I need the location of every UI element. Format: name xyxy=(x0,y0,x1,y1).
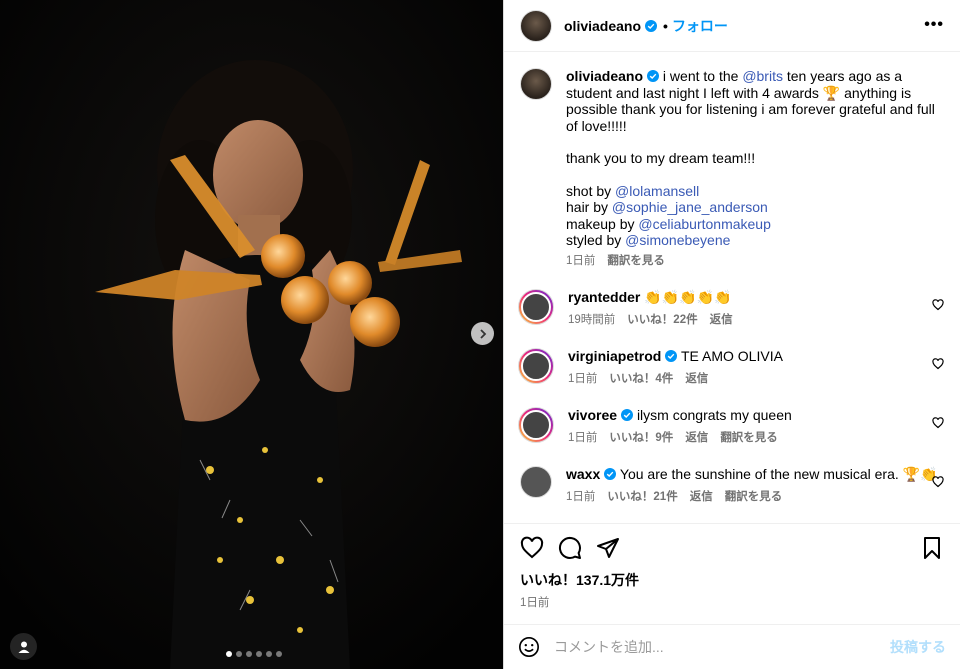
caption-username[interactable]: oliviadeano xyxy=(566,68,643,84)
translate-link[interactable]: 翻訳を見る xyxy=(720,430,778,447)
comment-username[interactable]: virginiapetrod xyxy=(568,348,661,364)
save-bookmark-icon[interactable] xyxy=(920,536,944,560)
comment-text: You are the sunshine of the new musical … xyxy=(619,466,938,482)
comment-text: TE AMO OLIVIA xyxy=(681,348,783,364)
comment-text: 👏👏👏👏👏 xyxy=(644,289,732,305)
post-actions: いいね！137.1万件 1日前 xyxy=(504,523,960,624)
comment-username[interactable]: vivoree xyxy=(568,407,617,423)
avatar-story-ring[interactable] xyxy=(518,407,554,443)
tagged-users-button[interactable] xyxy=(10,633,37,660)
carousel-next-button[interactable] xyxy=(471,322,494,345)
comment-icon[interactable] xyxy=(558,536,582,560)
verified-badge-icon xyxy=(645,19,658,32)
verified-badge-icon xyxy=(621,409,634,421)
header-username[interactable]: oliviadeano xyxy=(564,18,641,34)
comment-username[interactable]: ryantedder xyxy=(568,289,640,305)
comment-like-heart-icon[interactable] xyxy=(932,358,944,370)
reply-button[interactable]: 返信 xyxy=(685,371,708,388)
comment-time[interactable]: 1日前 xyxy=(568,371,597,388)
avatar[interactable] xyxy=(520,9,552,42)
comment-likes[interactable]: いいね！4件 xyxy=(609,371,673,388)
post-side-panel: oliviadeano • フォロー ••• oliviadeano i wen… xyxy=(503,0,960,669)
mention-link[interactable]: @brits xyxy=(742,68,783,84)
reply-button[interactable]: 返信 xyxy=(685,430,708,447)
comment-likes[interactable]: いいね！22件 xyxy=(627,312,697,329)
comment-input[interactable] xyxy=(554,639,890,655)
translate-link[interactable]: 翻訳を見る xyxy=(607,253,665,270)
mention-link[interactable]: @celiaburtonmakeup xyxy=(638,216,771,232)
carousel-indicator xyxy=(226,651,282,657)
avatar-story-ring[interactable] xyxy=(518,289,554,325)
verified-badge-icon xyxy=(647,70,660,82)
post-media[interactable] xyxy=(0,0,503,669)
post-timestamp[interactable]: 1日前 xyxy=(520,594,944,610)
carousel-dot xyxy=(276,651,282,657)
comment-like-heart-icon[interactable] xyxy=(932,299,944,311)
header-user-info: oliviadeano • フォロー xyxy=(564,16,728,36)
caption-time[interactable]: 1日前 xyxy=(566,253,595,270)
comment-time[interactable]: 1日前 xyxy=(566,489,595,506)
caption-text: i went to the xyxy=(662,68,743,84)
instagram-post-modal: oliviadeano • フォロー ••• oliviadeano i wen… xyxy=(0,0,960,669)
avatar[interactable] xyxy=(520,68,552,100)
user-icon xyxy=(18,641,29,653)
reply-button[interactable]: 返信 xyxy=(690,489,713,506)
post-header: oliviadeano • フォロー ••• xyxy=(504,0,960,52)
post-comment-button[interactable]: 投稿する xyxy=(890,637,946,657)
comment-row: vivoree ilysm congrats my queen 1日前 いいね！9件… xyxy=(518,407,944,447)
follow-button[interactable]: フォロー xyxy=(672,16,728,36)
reply-button[interactable]: 返信 xyxy=(710,312,733,329)
likes-count[interactable]: いいね！137.1万件 xyxy=(520,570,944,590)
credit-label: makeup by xyxy=(566,215,639,232)
comment-row: virginiapetrod TE AMO OLIVIA 1日前 いいね！4件 返信 xyxy=(518,348,944,388)
chevron-right-icon xyxy=(479,328,486,339)
translate-link[interactable]: 翻訳を見る xyxy=(725,489,783,506)
separator-dot: • xyxy=(663,17,668,34)
caption: oliviadeano i went to the @brits ten yea… xyxy=(520,68,944,269)
comments-list[interactable]: oliviadeano i went to the @brits ten yea… xyxy=(504,52,960,523)
comment-time[interactable]: 1日前 xyxy=(568,430,597,447)
carousel-dot xyxy=(266,651,272,657)
comment-like-heart-icon[interactable] xyxy=(932,417,944,429)
like-heart-icon[interactable] xyxy=(520,536,544,560)
emoji-icon[interactable] xyxy=(518,636,540,658)
comment-username[interactable]: waxx xyxy=(566,466,600,482)
avatar-story-ring[interactable] xyxy=(518,348,554,384)
post-photo xyxy=(0,0,503,669)
verified-badge-icon xyxy=(665,350,678,362)
carousel-dot xyxy=(256,651,262,657)
mention-link[interactable]: @sophie_jane_anderson xyxy=(612,199,768,215)
comment-text: ilysm congrats my queen xyxy=(636,407,792,423)
avatar[interactable] xyxy=(520,466,552,498)
more-options-icon[interactable]: ••• xyxy=(924,17,944,33)
carousel-dot xyxy=(246,651,252,657)
carousel-dot xyxy=(236,651,242,657)
add-comment-bar: 投稿する xyxy=(504,624,960,669)
credit-label: hair by xyxy=(566,199,612,215)
mention-link[interactable]: @simonebeyene xyxy=(625,232,730,248)
comment-time[interactable]: 19時間前 xyxy=(568,312,615,329)
comment-likes[interactable]: いいね！9件 xyxy=(609,430,673,447)
mention-link[interactable]: @lolamansell xyxy=(615,183,699,199)
carousel-dot xyxy=(226,651,232,657)
comment-row: waxx You are the sunshine of the new mus… xyxy=(520,466,944,505)
comment-like-heart-icon[interactable] xyxy=(932,476,944,488)
comment-row: ryantedder 👏👏👏👏👏 19時間前 いいね！22件 返信 xyxy=(518,289,944,329)
credit-label: shot by xyxy=(566,182,616,199)
comment-likes[interactable]: いいね！21件 xyxy=(607,489,677,506)
verified-badge-icon xyxy=(604,468,617,480)
caption-thanks: thank you to my dream team!!! xyxy=(566,150,756,166)
share-paper-plane-icon[interactable] xyxy=(596,536,620,560)
credit-label: styled by xyxy=(566,232,626,248)
